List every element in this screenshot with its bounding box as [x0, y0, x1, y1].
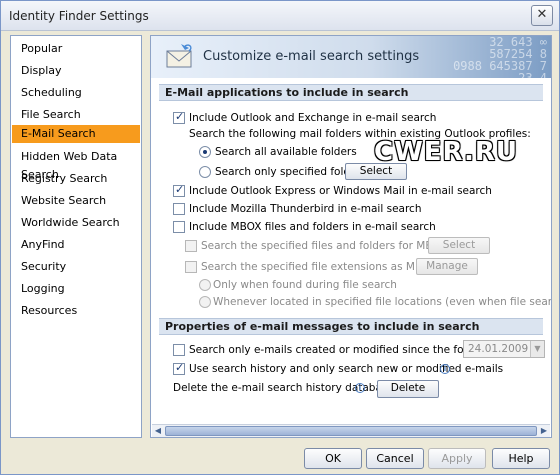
info-icon[interactable]: i: [440, 364, 450, 374]
radio-specified-folders[interactable]: [199, 166, 211, 178]
page-title: Customize e-mail search settings: [203, 49, 420, 64]
radio-whenever-label: Whenever located in specified file locat…: [213, 296, 552, 308]
since-date-value: 24.01.2009: [468, 343, 529, 355]
mbox-specified-checkbox[interactable]: [185, 240, 197, 252]
ok-button[interactable]: OK: [304, 448, 362, 469]
thunderbird-checkbox[interactable]: [173, 203, 185, 215]
section-email-applications: E-Mail applications to include in search: [159, 84, 543, 101]
radio-all-folders-label: Search all available folders: [215, 146, 357, 158]
envelope-icon: [166, 44, 192, 68]
thunderbird-label: Include Mozilla Thunderbird in e-mail se…: [189, 203, 422, 215]
watermark-logo: CWER.RU: [374, 137, 519, 167]
outlook-label: Include Outlook and Exchange in e-mail s…: [189, 112, 437, 124]
nav-item-display[interactable]: Display: [12, 62, 140, 80]
scroll-right-icon[interactable]: ▶: [538, 425, 550, 437]
cancel-button[interactable]: Cancel: [366, 448, 424, 469]
nav-item-email-search[interactable]: E-Mail Search: [12, 125, 140, 143]
mbox-manage-button[interactable]: Manage: [416, 258, 478, 275]
nav-item-logging[interactable]: Logging: [12, 280, 140, 298]
mbox-label: Include MBOX files and folders in e-mail…: [189, 221, 436, 233]
mbox-extensions-checkbox[interactable]: [185, 261, 197, 273]
since-date-field[interactable]: 24.01.2009 ▼: [463, 340, 545, 358]
page-header: Customize e-mail search settings 32 643 …: [151, 36, 551, 78]
nav-item-file-search[interactable]: File Search: [12, 106, 140, 124]
nav-item-hidden-web-data-search[interactable]: Hidden Web Data Search: [12, 148, 140, 181]
apply-button[interactable]: Apply: [428, 448, 486, 469]
radio-whenever[interactable]: [199, 296, 211, 308]
mbox-select-button[interactable]: Select: [428, 237, 490, 254]
header-decoration: 32 643 ∞ 587254 8 0988 645387 7 23 4: [453, 36, 547, 78]
info-icon[interactable]: i: [355, 383, 365, 393]
mbox-checkbox[interactable]: [173, 221, 185, 233]
nav-item-website-search[interactable]: Website Search: [12, 192, 140, 210]
outlook-express-checkbox[interactable]: [173, 183, 185, 197]
help-button[interactable]: Help: [492, 448, 550, 469]
chevron-down-icon[interactable]: ▼: [530, 341, 544, 357]
nav-item-security[interactable]: Security: [12, 258, 140, 276]
scrollbar-thumb[interactable]: [165, 426, 537, 436]
close-button[interactable]: ✕: [531, 5, 553, 26]
radio-only-found-label: Only when found during file search: [213, 279, 397, 291]
nav-item-scheduling[interactable]: Scheduling: [12, 84, 140, 102]
nav-item-anyfind[interactable]: AnyFind: [12, 236, 140, 254]
settings-nav: Popular Display Scheduling File Search E…: [10, 35, 142, 438]
use-history-checkbox[interactable]: [173, 361, 185, 375]
use-history-label: Use search history and only search new o…: [189, 363, 504, 375]
horizontal-scrollbar[interactable]: ◀ ▶: [152, 424, 550, 437]
nav-item-registry-search[interactable]: Registry Search: [12, 170, 140, 188]
nav-item-popular[interactable]: Popular: [12, 40, 140, 58]
radio-only-found[interactable]: [199, 279, 211, 291]
title-bar: Identity Finder Settings ✕: [1, 1, 559, 31]
scroll-left-icon[interactable]: ◀: [152, 425, 164, 437]
nav-item-worldwide-search[interactable]: Worldwide Search: [12, 214, 140, 232]
section-email-properties: Properties of e-mail messages to include…: [159, 318, 543, 335]
settings-window: Identity Finder Settings ✕ Popular Displ…: [0, 0, 560, 475]
since-date-checkbox[interactable]: [173, 344, 185, 356]
settings-content: Customize e-mail search settings 32 643 …: [150, 35, 552, 438]
window-title: Identity Finder Settings: [9, 9, 149, 23]
radio-all-folders[interactable]: [199, 146, 211, 158]
nav-item-resources[interactable]: Resources: [12, 302, 140, 320]
delete-history-button[interactable]: Delete: [377, 380, 439, 398]
outlook-checkbox[interactable]: [173, 110, 185, 124]
close-icon: ✕: [536, 7, 548, 22]
